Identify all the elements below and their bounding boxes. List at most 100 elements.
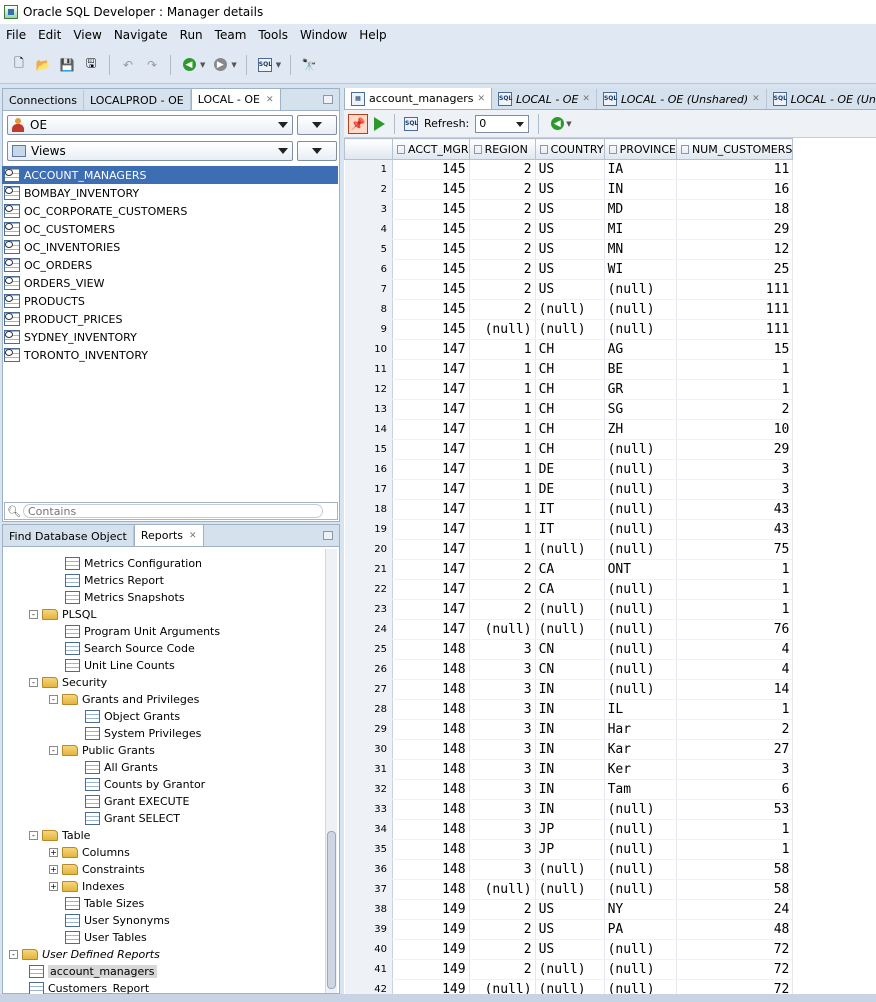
table-cell[interactable]: CA: [535, 559, 605, 580]
table-row[interactable]: 35 148 3 JP (null) 1: [344, 839, 794, 860]
table-cell[interactable]: US: [535, 919, 605, 940]
table-cell[interactable]: 25: [676, 259, 794, 280]
table-cell[interactable]: 147: [392, 399, 470, 420]
table-cell[interactable]: 148: [392, 699, 470, 720]
table-cell[interactable]: 145: [392, 299, 470, 320]
view-item[interactable]: TORONTO_INVENTORY: [2, 346, 338, 364]
sql-worksheet-dropdown-icon[interactable]: ▼: [276, 61, 281, 69]
table-cell[interactable]: 14: [676, 679, 794, 700]
tree-report[interactable]: Program Unit Arguments: [65, 623, 220, 640]
table-cell[interactable]: (null): [604, 679, 677, 700]
table-row[interactable]: 10 147 1 CH AG 15: [344, 339, 794, 360]
table-row[interactable]: 28 148 3 IN IL 1: [344, 699, 794, 720]
table-cell[interactable]: 145: [392, 279, 470, 300]
table-cell[interactable]: IN: [535, 779, 605, 800]
table-cell[interactable]: US: [535, 159, 605, 180]
table-cell[interactable]: US: [535, 939, 605, 960]
table-row[interactable]: 18 147 1 IT (null) 43: [344, 499, 794, 520]
table-cell[interactable]: (null): [604, 839, 677, 860]
table-cell[interactable]: (null): [604, 439, 677, 460]
pin-icon[interactable]: 📌: [348, 113, 368, 134]
view-item[interactable]: BOMBAY_INVENTORY: [2, 184, 338, 202]
table-cell[interactable]: 3: [469, 699, 536, 720]
table-cell[interactable]: 147: [392, 519, 470, 540]
tree-report[interactable]: Grant SELECT: [85, 810, 180, 827]
table-row[interactable]: 37 148 (null) (null) (null) 58: [344, 879, 794, 900]
table-cell[interactable]: CH: [535, 439, 605, 460]
table-cell[interactable]: 149: [392, 939, 470, 960]
table-cell[interactable]: 1: [469, 359, 536, 380]
table-cell[interactable]: 2: [469, 199, 536, 220]
table-cell[interactable]: CA: [535, 579, 605, 600]
table-row[interactable]: 6 145 2 US WI 25: [344, 259, 794, 280]
table-cell[interactable]: GR: [604, 379, 677, 400]
table-row[interactable]: 26 148 3 CN (null) 4: [344, 659, 794, 680]
table-cell[interactable]: 1: [676, 599, 794, 620]
table-cell[interactable]: 1: [469, 459, 536, 480]
table-row[interactable]: 23 147 2 (null) (null) 1: [344, 599, 794, 620]
table-cell[interactable]: 2: [469, 959, 536, 980]
table-cell[interactable]: 147: [392, 419, 470, 440]
scrollbar-thumb[interactable]: [327, 831, 336, 989]
table-cell[interactable]: US: [535, 279, 605, 300]
table-cell[interactable]: 3: [676, 479, 794, 500]
table-row[interactable]: 22 147 2 CA (null) 1: [344, 579, 794, 600]
view-item[interactable]: OC_ORDERS: [2, 256, 338, 274]
table-cell[interactable]: Ker: [604, 759, 677, 780]
table-cell[interactable]: 111: [676, 299, 794, 320]
table-cell[interactable]: 1: [469, 439, 536, 460]
table-row[interactable]: 5 145 2 US MN 12: [344, 239, 794, 260]
table-row[interactable]: 34 148 3 JP (null) 1: [344, 819, 794, 840]
table-cell[interactable]: 43: [676, 499, 794, 520]
schema-select[interactable]: OE: [7, 115, 293, 135]
table-cell[interactable]: 145: [392, 259, 470, 280]
table-cell[interactable]: 1: [469, 419, 536, 440]
table-cell[interactable]: IT: [535, 519, 605, 540]
sql-icon[interactable]: SQL: [404, 116, 418, 131]
menu-help[interactable]: Help: [353, 28, 392, 42]
tab-local-oe[interactable]: SQL LOCAL - OE ✕: [492, 89, 597, 109]
table-cell[interactable]: 1: [676, 839, 794, 860]
table-row[interactable]: 27 148 3 IN (null) 14: [344, 679, 794, 700]
menu-team[interactable]: Team: [209, 28, 253, 42]
table-cell[interactable]: (null): [535, 319, 605, 340]
table-cell[interactable]: 148: [392, 839, 470, 860]
table-cell[interactable]: US: [535, 239, 605, 260]
table-cell[interactable]: 3: [469, 839, 536, 860]
table-cell[interactable]: 148: [392, 739, 470, 760]
table-cell[interactable]: (null): [604, 279, 677, 300]
table-cell[interactable]: (null): [535, 879, 605, 900]
table-row[interactable]: 13 147 1 CH SG 2: [344, 399, 794, 420]
table-cell[interactable]: (null): [535, 539, 605, 560]
table-cell[interactable]: 145: [392, 319, 470, 340]
table-cell[interactable]: 2: [469, 179, 536, 200]
table-cell[interactable]: 1: [676, 579, 794, 600]
table-cell[interactable]: (null): [535, 299, 605, 320]
table-cell[interactable]: 2: [469, 919, 536, 940]
table-cell[interactable]: 2: [469, 559, 536, 580]
table-cell[interactable]: 148: [392, 819, 470, 840]
close-tab-icon[interactable]: ✕: [752, 94, 760, 104]
close-tab-icon[interactable]: ✕: [478, 94, 486, 104]
table-cell[interactable]: AG: [604, 339, 677, 360]
table-cell[interactable]: 3: [469, 659, 536, 680]
table-cell[interactable]: CH: [535, 419, 605, 440]
table-cell[interactable]: 4: [676, 659, 794, 680]
table-cell[interactable]: 15: [676, 339, 794, 360]
tree-report[interactable]: Unit Line Counts: [65, 657, 175, 674]
table-cell[interactable]: (null): [604, 819, 677, 840]
table-cell[interactable]: 3: [676, 459, 794, 480]
sql-worksheet-icon[interactable]: SQL: [256, 56, 274, 74]
table-cell[interactable]: DE: [535, 459, 605, 480]
collapse-icon[interactable]: -: [49, 746, 58, 755]
table-cell[interactable]: 148: [392, 879, 470, 900]
reports-scrollbar[interactable]: [325, 549, 337, 993]
table-cell[interactable]: 53: [676, 799, 794, 820]
forward-icon[interactable]: ▶: [211, 56, 229, 74]
table-row[interactable]: 40 149 2 US (null) 72: [344, 939, 794, 960]
table-cell[interactable]: (null): [535, 859, 605, 880]
table-cell[interactable]: 147: [392, 619, 470, 640]
table-cell[interactable]: 3: [469, 679, 536, 700]
table-cell[interactable]: 2: [469, 219, 536, 240]
table-cell[interactable]: 43: [676, 519, 794, 540]
